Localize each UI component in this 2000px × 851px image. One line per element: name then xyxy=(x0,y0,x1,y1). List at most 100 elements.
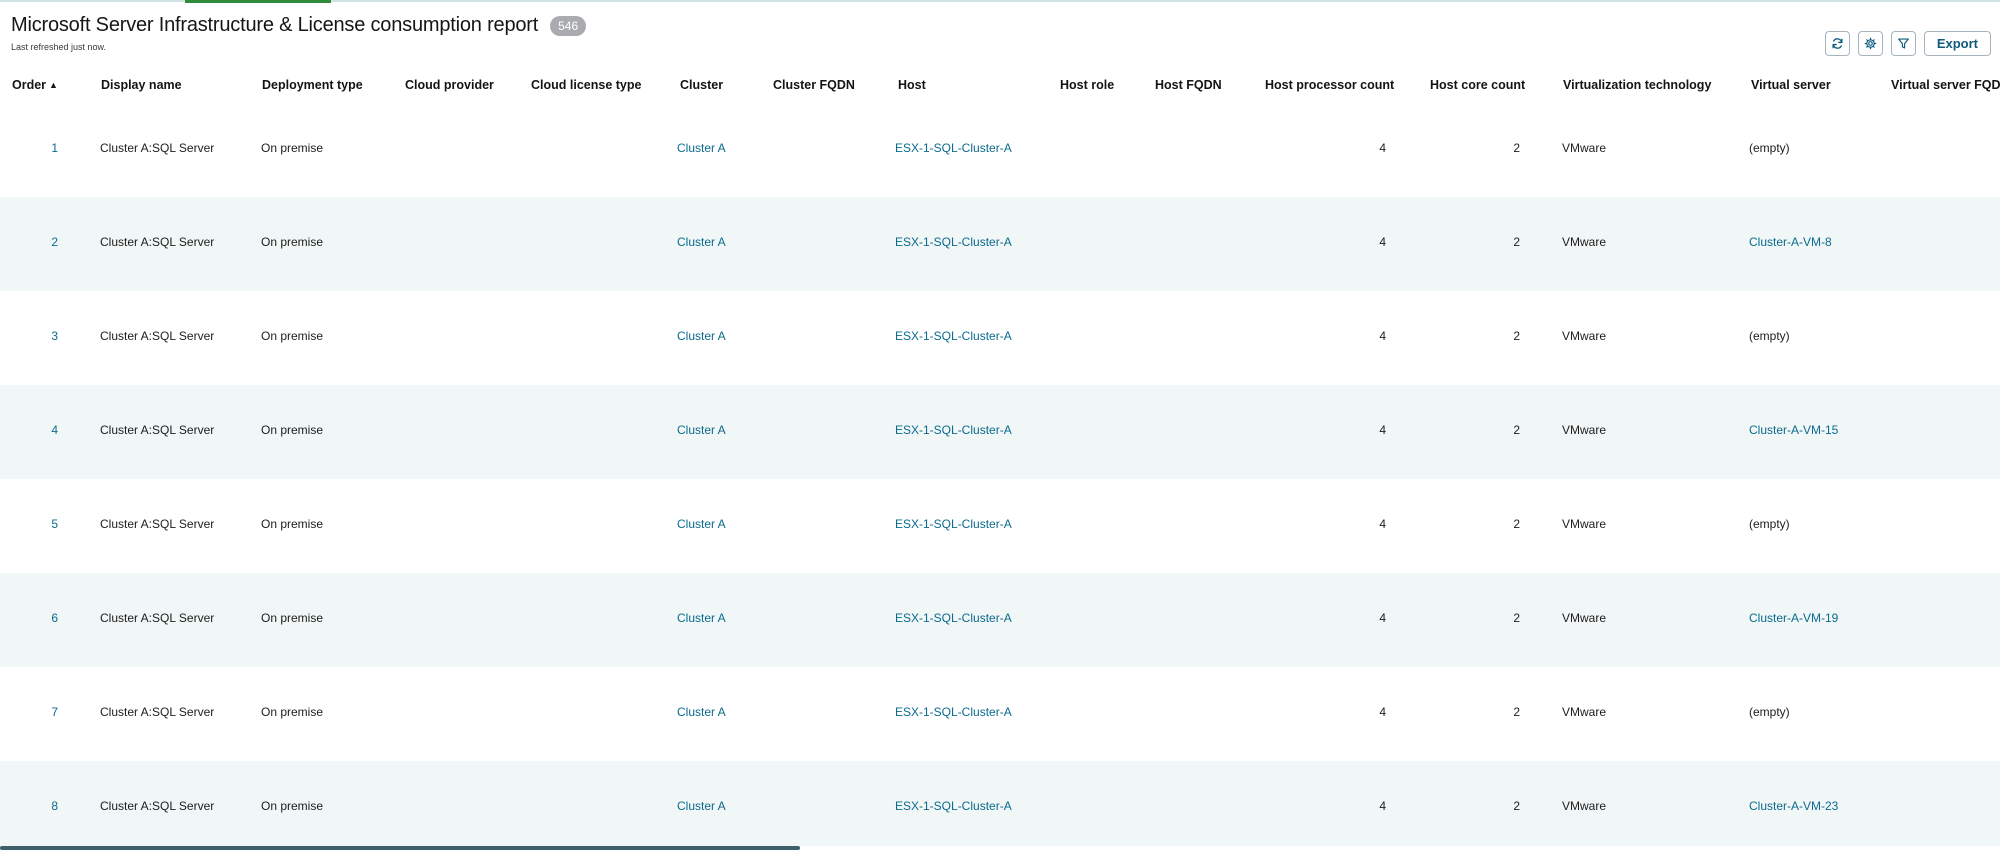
report-header: Microsoft Server Infrastructure & Licens… xyxy=(11,14,1991,59)
column-header-display-name[interactable]: Display name xyxy=(101,78,182,92)
cell-cluster-link[interactable]: Cluster A xyxy=(677,329,726,343)
column-header-virtual-server-fqdn[interactable]: Virtual server FQDN xyxy=(1891,78,2000,92)
sort-ascending-icon: ▲ xyxy=(49,80,58,90)
column-header-host-processor-count[interactable]: Host processor count xyxy=(1265,78,1394,92)
cell-display-name: Cluster A:SQL Server xyxy=(100,235,215,249)
cell-cluster-link[interactable]: Cluster A xyxy=(677,799,726,813)
cell-virtualization-technology: VMware xyxy=(1562,611,1607,625)
settings-button[interactable] xyxy=(1857,31,1883,56)
cell-host-processor-count: 4 xyxy=(1379,329,1386,343)
cell-host-link[interactable]: ESX-1-SQL-Cluster-A xyxy=(895,329,1012,343)
cell-host-link[interactable]: ESX-1-SQL-Cluster-A xyxy=(895,517,1012,531)
column-header-cloud-provider[interactable]: Cloud provider xyxy=(405,78,494,92)
cell-host-link[interactable]: ESX-1-SQL-Cluster-A xyxy=(895,423,1012,437)
cell-host-link[interactable]: ESX-1-SQL-Cluster-A xyxy=(895,141,1012,155)
cell-deployment-type: On premise xyxy=(261,705,324,719)
scrollbar-thumb[interactable] xyxy=(0,846,800,850)
cell-deployment-type: On premise xyxy=(261,141,324,155)
cell-virtual-server-link[interactable]: Cluster-A-VM-23 xyxy=(1749,799,1838,813)
cell-deployment-type: On premise xyxy=(261,329,324,343)
cell-virtualization-technology: VMware xyxy=(1562,799,1607,813)
cell-virtual-server: (empty) xyxy=(1749,329,1790,343)
cell-order[interactable]: 4 xyxy=(40,423,58,437)
cell-host-processor-count: 4 xyxy=(1379,141,1386,155)
refresh-button[interactable] xyxy=(1824,31,1850,56)
report-page: Microsoft Server Infrastructure & Licens… xyxy=(0,0,2000,851)
column-header-virtual-server[interactable]: Virtual server xyxy=(1751,78,1831,92)
table-row[interactable]: 3 Cluster A:SQL Server On premise Cluste… xyxy=(0,291,2000,385)
column-header-order[interactable]: Order ▲ xyxy=(12,78,58,92)
cell-host-link[interactable]: ESX-1-SQL-Cluster-A xyxy=(895,705,1012,719)
cell-order[interactable]: 7 xyxy=(40,705,58,719)
cell-virtualization-technology: VMware xyxy=(1562,423,1607,437)
column-header-cloud-license-type[interactable]: Cloud license type xyxy=(531,78,641,92)
cell-host-core-count: 2 xyxy=(1513,235,1520,249)
column-header-host[interactable]: Host xyxy=(898,78,926,92)
cell-order[interactable]: 2 xyxy=(40,235,58,249)
cell-display-name: Cluster A:SQL Server xyxy=(100,799,215,813)
cell-cluster-link[interactable]: Cluster A xyxy=(677,517,726,531)
filter-button[interactable] xyxy=(1890,31,1916,56)
column-header-deployment-type[interactable]: Deployment type xyxy=(262,78,363,92)
table-row[interactable]: 8 Cluster A:SQL Server On premise Cluste… xyxy=(0,761,2000,851)
cell-virtual-server-link[interactable]: Cluster-A-VM-8 xyxy=(1749,235,1832,249)
table-row[interactable]: 7 Cluster A:SQL Server On premise Cluste… xyxy=(0,667,2000,761)
cell-order[interactable]: 5 xyxy=(40,517,58,531)
cell-host-processor-count: 4 xyxy=(1379,517,1386,531)
cell-host-core-count: 2 xyxy=(1513,705,1520,719)
table-row[interactable]: 6 Cluster A:SQL Server On premise Cluste… xyxy=(0,573,2000,667)
column-header-host-core-count[interactable]: Host core count xyxy=(1430,78,1525,92)
table-row[interactable]: 2 Cluster A:SQL Server On premise Cluste… xyxy=(0,197,2000,291)
cell-virtual-server: (empty) xyxy=(1749,705,1790,719)
cell-host-core-count: 2 xyxy=(1513,423,1520,437)
cell-order[interactable]: 6 xyxy=(40,611,58,625)
cell-cluster-link[interactable]: Cluster A xyxy=(677,705,726,719)
cell-cluster-link[interactable]: Cluster A xyxy=(677,423,726,437)
cell-order[interactable]: 3 xyxy=(40,329,58,343)
export-button[interactable]: Export xyxy=(1923,31,1991,56)
table-body: 1 Cluster A:SQL Server On premise Cluste… xyxy=(0,103,2000,851)
table-row[interactable]: 5 Cluster A:SQL Server On premise Cluste… xyxy=(0,479,2000,573)
cell-host-link[interactable]: ESX-1-SQL-Cluster-A xyxy=(895,235,1012,249)
cell-display-name: Cluster A:SQL Server xyxy=(100,705,215,719)
cell-order[interactable]: 8 xyxy=(40,799,58,813)
table-header-row: Order ▲ Display name Deployment type Clou… xyxy=(0,72,2000,99)
horizontal-scrollbar[interactable] xyxy=(0,846,2000,851)
cell-virtual-server: (empty) xyxy=(1749,141,1790,155)
column-header-host-role[interactable]: Host role xyxy=(1060,78,1114,92)
record-count-badge: 546 xyxy=(550,15,587,36)
cell-virtualization-technology: VMware xyxy=(1562,141,1607,155)
table-row[interactable]: 4 Cluster A:SQL Server On premise Cluste… xyxy=(0,385,2000,479)
cell-host-link[interactable]: ESX-1-SQL-Cluster-A xyxy=(895,611,1012,625)
cell-host-core-count: 2 xyxy=(1513,517,1520,531)
column-header-virtualization-technology[interactable]: Virtualization technology xyxy=(1563,78,1711,92)
filter-icon xyxy=(1897,38,1909,49)
cell-virtual-server-link[interactable]: Cluster-A-VM-19 xyxy=(1749,611,1838,625)
cell-display-name: Cluster A:SQL Server xyxy=(100,611,215,625)
cell-display-name: Cluster A:SQL Server xyxy=(100,141,215,155)
cell-display-name: Cluster A:SQL Server xyxy=(100,329,215,343)
cell-virtualization-technology: VMware xyxy=(1562,517,1607,531)
cell-virtual-server-link[interactable]: Cluster-A-VM-15 xyxy=(1749,423,1838,437)
cell-host-link[interactable]: ESX-1-SQL-Cluster-A xyxy=(895,799,1012,813)
cell-virtual-server: (empty) xyxy=(1749,517,1790,531)
last-refreshed-text: Last refreshed just now. xyxy=(11,42,107,52)
cell-virtualization-technology: VMware xyxy=(1562,705,1607,719)
cell-host-processor-count: 4 xyxy=(1379,423,1386,437)
cell-deployment-type: On premise xyxy=(261,423,324,437)
column-header-cluster[interactable]: Cluster xyxy=(680,78,723,92)
cell-host-processor-count: 4 xyxy=(1379,235,1386,249)
cell-cluster-link[interactable]: Cluster A xyxy=(677,611,726,625)
cell-cluster-link[interactable]: Cluster A xyxy=(677,235,726,249)
cell-virtualization-technology: VMware xyxy=(1562,329,1607,343)
active-tab-indicator xyxy=(185,0,331,3)
cell-host-processor-count: 4 xyxy=(1379,799,1386,813)
toolbar: Export xyxy=(1824,31,1991,56)
cell-cluster-link[interactable]: Cluster A xyxy=(677,141,726,155)
cell-host-core-count: 2 xyxy=(1513,611,1520,625)
cell-deployment-type: On premise xyxy=(261,235,324,249)
column-header-host-fqdn[interactable]: Host FQDN xyxy=(1155,78,1222,92)
column-header-cluster-fqdn[interactable]: Cluster FQDN xyxy=(773,78,855,92)
table-row[interactable]: 1 Cluster A:SQL Server On premise Cluste… xyxy=(0,103,2000,197)
cell-order[interactable]: 1 xyxy=(40,141,58,155)
